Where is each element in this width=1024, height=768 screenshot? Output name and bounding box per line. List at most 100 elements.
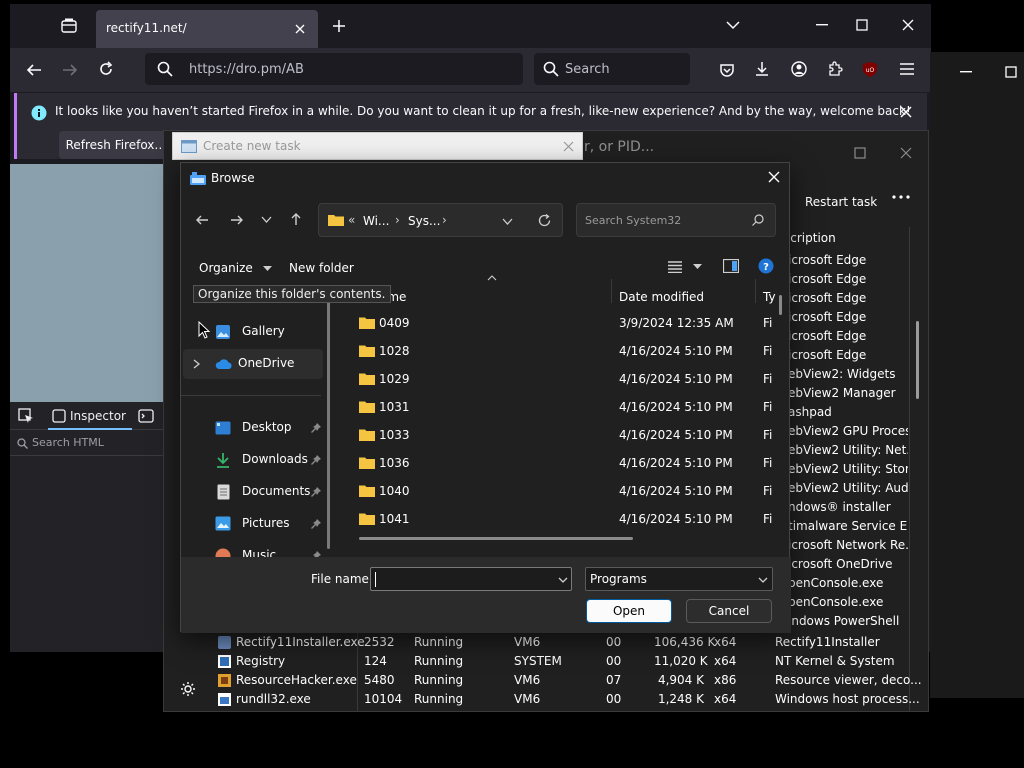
close-notification-icon[interactable] bbox=[900, 106, 912, 118]
table-row[interactable]: 1029 4/16/2024 5:10 PM Fi bbox=[353, 365, 773, 393]
settings-gear-icon[interactable] bbox=[180, 681, 196, 697]
column-divider[interactable] bbox=[611, 279, 612, 303]
tab-inspector[interactable]: Inspector bbox=[48, 402, 132, 430]
list-item[interactable]: ebView2 Utility: Aud... bbox=[788, 481, 908, 495]
organize-button[interactable]: Organize bbox=[193, 255, 272, 279]
nav-item-downloads[interactable]: Downloads bbox=[187, 445, 327, 475]
pocket-icon[interactable] bbox=[719, 62, 735, 78]
minimize-icon[interactable] bbox=[960, 71, 972, 73]
pin-icon[interactable] bbox=[311, 487, 321, 497]
list-item[interactable]: icrosoft OneDrive bbox=[788, 557, 908, 571]
tab-list-icon[interactable] bbox=[60, 18, 78, 34]
html-search[interactable]: Search HTML bbox=[10, 432, 170, 456]
account-icon[interactable] bbox=[791, 61, 807, 77]
list-item[interactable]: icrosoft Edge bbox=[788, 253, 908, 267]
address-chevron-icon[interactable] bbox=[502, 218, 513, 226]
column-divider[interactable] bbox=[755, 279, 756, 303]
file-type-select[interactable]: Programs bbox=[585, 567, 773, 591]
close-dialog-icon[interactable] bbox=[563, 141, 574, 152]
table-row[interactable]: 1031 4/16/2024 5:10 PM Fi bbox=[353, 393, 773, 421]
up-folder-icon[interactable] bbox=[289, 212, 303, 226]
list-item[interactable]: penConsole.exe bbox=[788, 595, 908, 609]
horizontal-scrollbar[interactable] bbox=[359, 537, 633, 540]
forward-icon[interactable] bbox=[230, 213, 244, 227]
list-item[interactable]: icrosoft Edge bbox=[788, 310, 908, 324]
chevron-down-icon[interactable] bbox=[726, 20, 740, 30]
date-column-header[interactable]: Date modified bbox=[619, 290, 704, 304]
refresh-firefox-button[interactable]: Refresh Firefox… bbox=[59, 131, 173, 159]
nav-scrollbar[interactable] bbox=[327, 289, 330, 549]
menu-icon[interactable] bbox=[899, 62, 915, 76]
table-row[interactable]: 1040 4/16/2024 5:10 PM Fi bbox=[353, 477, 773, 505]
table-row[interactable]: 1036 4/16/2024 5:10 PM Fi bbox=[353, 449, 773, 477]
table-row[interactable]: 1033 4/16/2024 5:10 PM Fi bbox=[353, 421, 773, 449]
reload-icon[interactable] bbox=[98, 61, 114, 77]
breadcrumb-system32[interactable]: Sys... bbox=[408, 214, 440, 228]
breadcrumb-overflow[interactable]: « bbox=[348, 213, 355, 227]
list-item[interactable]: ndows® installer bbox=[788, 500, 908, 514]
vertical-scrollbar[interactable] bbox=[779, 295, 782, 315]
table-row[interactable]: 1028 4/16/2024 5:10 PM Fi bbox=[353, 337, 773, 365]
recent-locations-chevron-icon[interactable] bbox=[261, 216, 272, 224]
minimize-icon[interactable] bbox=[816, 24, 828, 26]
nav-item-documents[interactable]: Documents bbox=[187, 477, 327, 507]
nav-item-desktop[interactable]: Desktop bbox=[187, 413, 327, 443]
table-row[interactable]: ResourceHacker.exe 5480 Running VM6 07 4… bbox=[214, 671, 922, 690]
url-bar[interactable]: https://dro.pm/AB bbox=[145, 53, 523, 85]
pin-icon[interactable] bbox=[311, 455, 321, 465]
file-name-input[interactable] bbox=[370, 567, 572, 591]
list-item[interactable]: indows PowerShell bbox=[788, 614, 908, 628]
address-bar[interactable]: « Wi... › Sys... › bbox=[318, 203, 563, 237]
restart-task-button[interactable]: Restart task bbox=[776, 187, 886, 215]
list-item[interactable]: ebView2 Utility: Net... bbox=[788, 443, 908, 457]
list-item[interactable]: ebView2 Utility: Stor... bbox=[788, 462, 908, 476]
list-item[interactable]: icrosoft Edge bbox=[788, 348, 908, 362]
more-options-icon[interactable] bbox=[892, 195, 910, 199]
table-row[interactable]: 0409 3/9/2024 12:35 AM Fi bbox=[353, 309, 773, 337]
close-window-icon[interactable] bbox=[902, 19, 914, 31]
vertical-scrollbar[interactable] bbox=[916, 321, 919, 399]
table-row[interactable]: 1041 4/16/2024 5:10 PM Fi bbox=[353, 505, 773, 533]
table-row[interactable]: rundll32.exe 10104 Running VM6 00 1,248 … bbox=[214, 690, 920, 709]
list-item[interactable]: penConsole.exe bbox=[788, 576, 908, 590]
nav-item-music[interactable]: Music bbox=[187, 541, 327, 557]
refresh-icon[interactable] bbox=[538, 214, 551, 227]
description-column-header[interactable]: scription bbox=[784, 231, 836, 245]
search-input[interactable]: Search System32 bbox=[576, 203, 776, 237]
nav-item-onedrive[interactable]: OneDrive bbox=[183, 349, 323, 379]
new-tab-icon[interactable] bbox=[332, 19, 346, 33]
maximize-icon[interactable] bbox=[856, 19, 868, 31]
list-item[interactable]: ebView2: Widgets bbox=[788, 367, 908, 381]
pin-icon[interactable] bbox=[311, 423, 321, 433]
back-icon[interactable] bbox=[195, 213, 209, 227]
console-icon[interactable] bbox=[138, 409, 154, 423]
cancel-button[interactable]: Cancel bbox=[686, 599, 772, 623]
maximize-icon[interactable] bbox=[854, 147, 866, 159]
chevron-down-icon[interactable] bbox=[558, 577, 568, 584]
close-window-icon[interactable] bbox=[900, 147, 912, 159]
element-picker-icon[interactable] bbox=[18, 408, 34, 424]
search-bar[interactable]: Search bbox=[534, 53, 690, 85]
forward-icon[interactable] bbox=[62, 62, 78, 78]
preview-pane-icon[interactable] bbox=[723, 259, 739, 273]
new-folder-button[interactable]: New folder bbox=[283, 255, 355, 279]
view-chevron-icon[interactable] bbox=[693, 264, 702, 270]
extensions-icon[interactable] bbox=[827, 61, 843, 77]
list-item[interactable]: icrosoft Edge bbox=[788, 329, 908, 343]
list-item[interactable]: timalware Service E... bbox=[788, 519, 908, 533]
help-icon[interactable]: ? bbox=[758, 258, 774, 274]
list-item[interactable]: icrosoft Network Re... bbox=[788, 538, 908, 552]
nav-item-pictures[interactable]: Pictures bbox=[187, 509, 327, 539]
pin-icon[interactable] bbox=[311, 519, 321, 529]
maximize-icon[interactable] bbox=[1005, 66, 1017, 78]
download-icon[interactable] bbox=[754, 61, 770, 77]
browser-tab[interactable]: rectify11.net/ bbox=[96, 10, 318, 48]
list-item[interactable]: icrosoft Edge bbox=[788, 291, 908, 305]
expand-chevron-icon[interactable] bbox=[193, 359, 200, 369]
list-item[interactable]: ebView2 GPU Process bbox=[788, 424, 908, 438]
close-tab-icon[interactable] bbox=[294, 23, 306, 35]
type-column-header[interactable]: Ty bbox=[763, 290, 776, 304]
breadcrumb-windows[interactable]: Wi... bbox=[363, 214, 389, 228]
close-dialog-icon[interactable] bbox=[768, 171, 780, 183]
open-button[interactable]: Open bbox=[586, 599, 672, 623]
